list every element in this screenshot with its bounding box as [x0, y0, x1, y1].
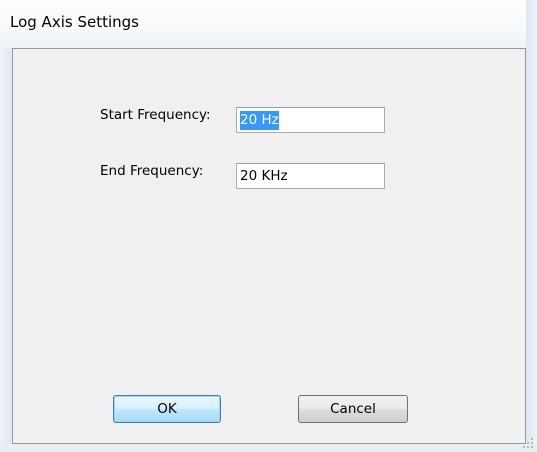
- start-frequency-label: Start Frequency:: [100, 107, 211, 123]
- dialog-window: Log Axis Settings Start Frequency: 20 Hz…: [0, 0, 537, 452]
- ok-button[interactable]: OK: [113, 395, 221, 423]
- window-title: Log Axis Settings: [10, 13, 139, 31]
- resize-grip-icon[interactable]: [523, 438, 533, 448]
- cancel-button[interactable]: Cancel: [298, 395, 408, 423]
- title-bar[interactable]: Log Axis Settings: [0, 0, 537, 48]
- dialog-client-area: Start Frequency: 20 Hz End Frequency: 20…: [12, 48, 526, 444]
- window-frame-bottom: [0, 444, 537, 452]
- end-frequency-value: 20 KHz: [240, 168, 288, 184]
- start-frequency-input[interactable]: 20 Hz: [236, 107, 385, 133]
- window-frame-left: [0, 48, 12, 452]
- end-frequency-input[interactable]: 20 KHz: [236, 163, 385, 189]
- window-frame-right: [526, 0, 537, 452]
- start-frequency-value: 20 Hz: [240, 111, 279, 130]
- end-frequency-label: End Frequency:: [100, 163, 204, 179]
